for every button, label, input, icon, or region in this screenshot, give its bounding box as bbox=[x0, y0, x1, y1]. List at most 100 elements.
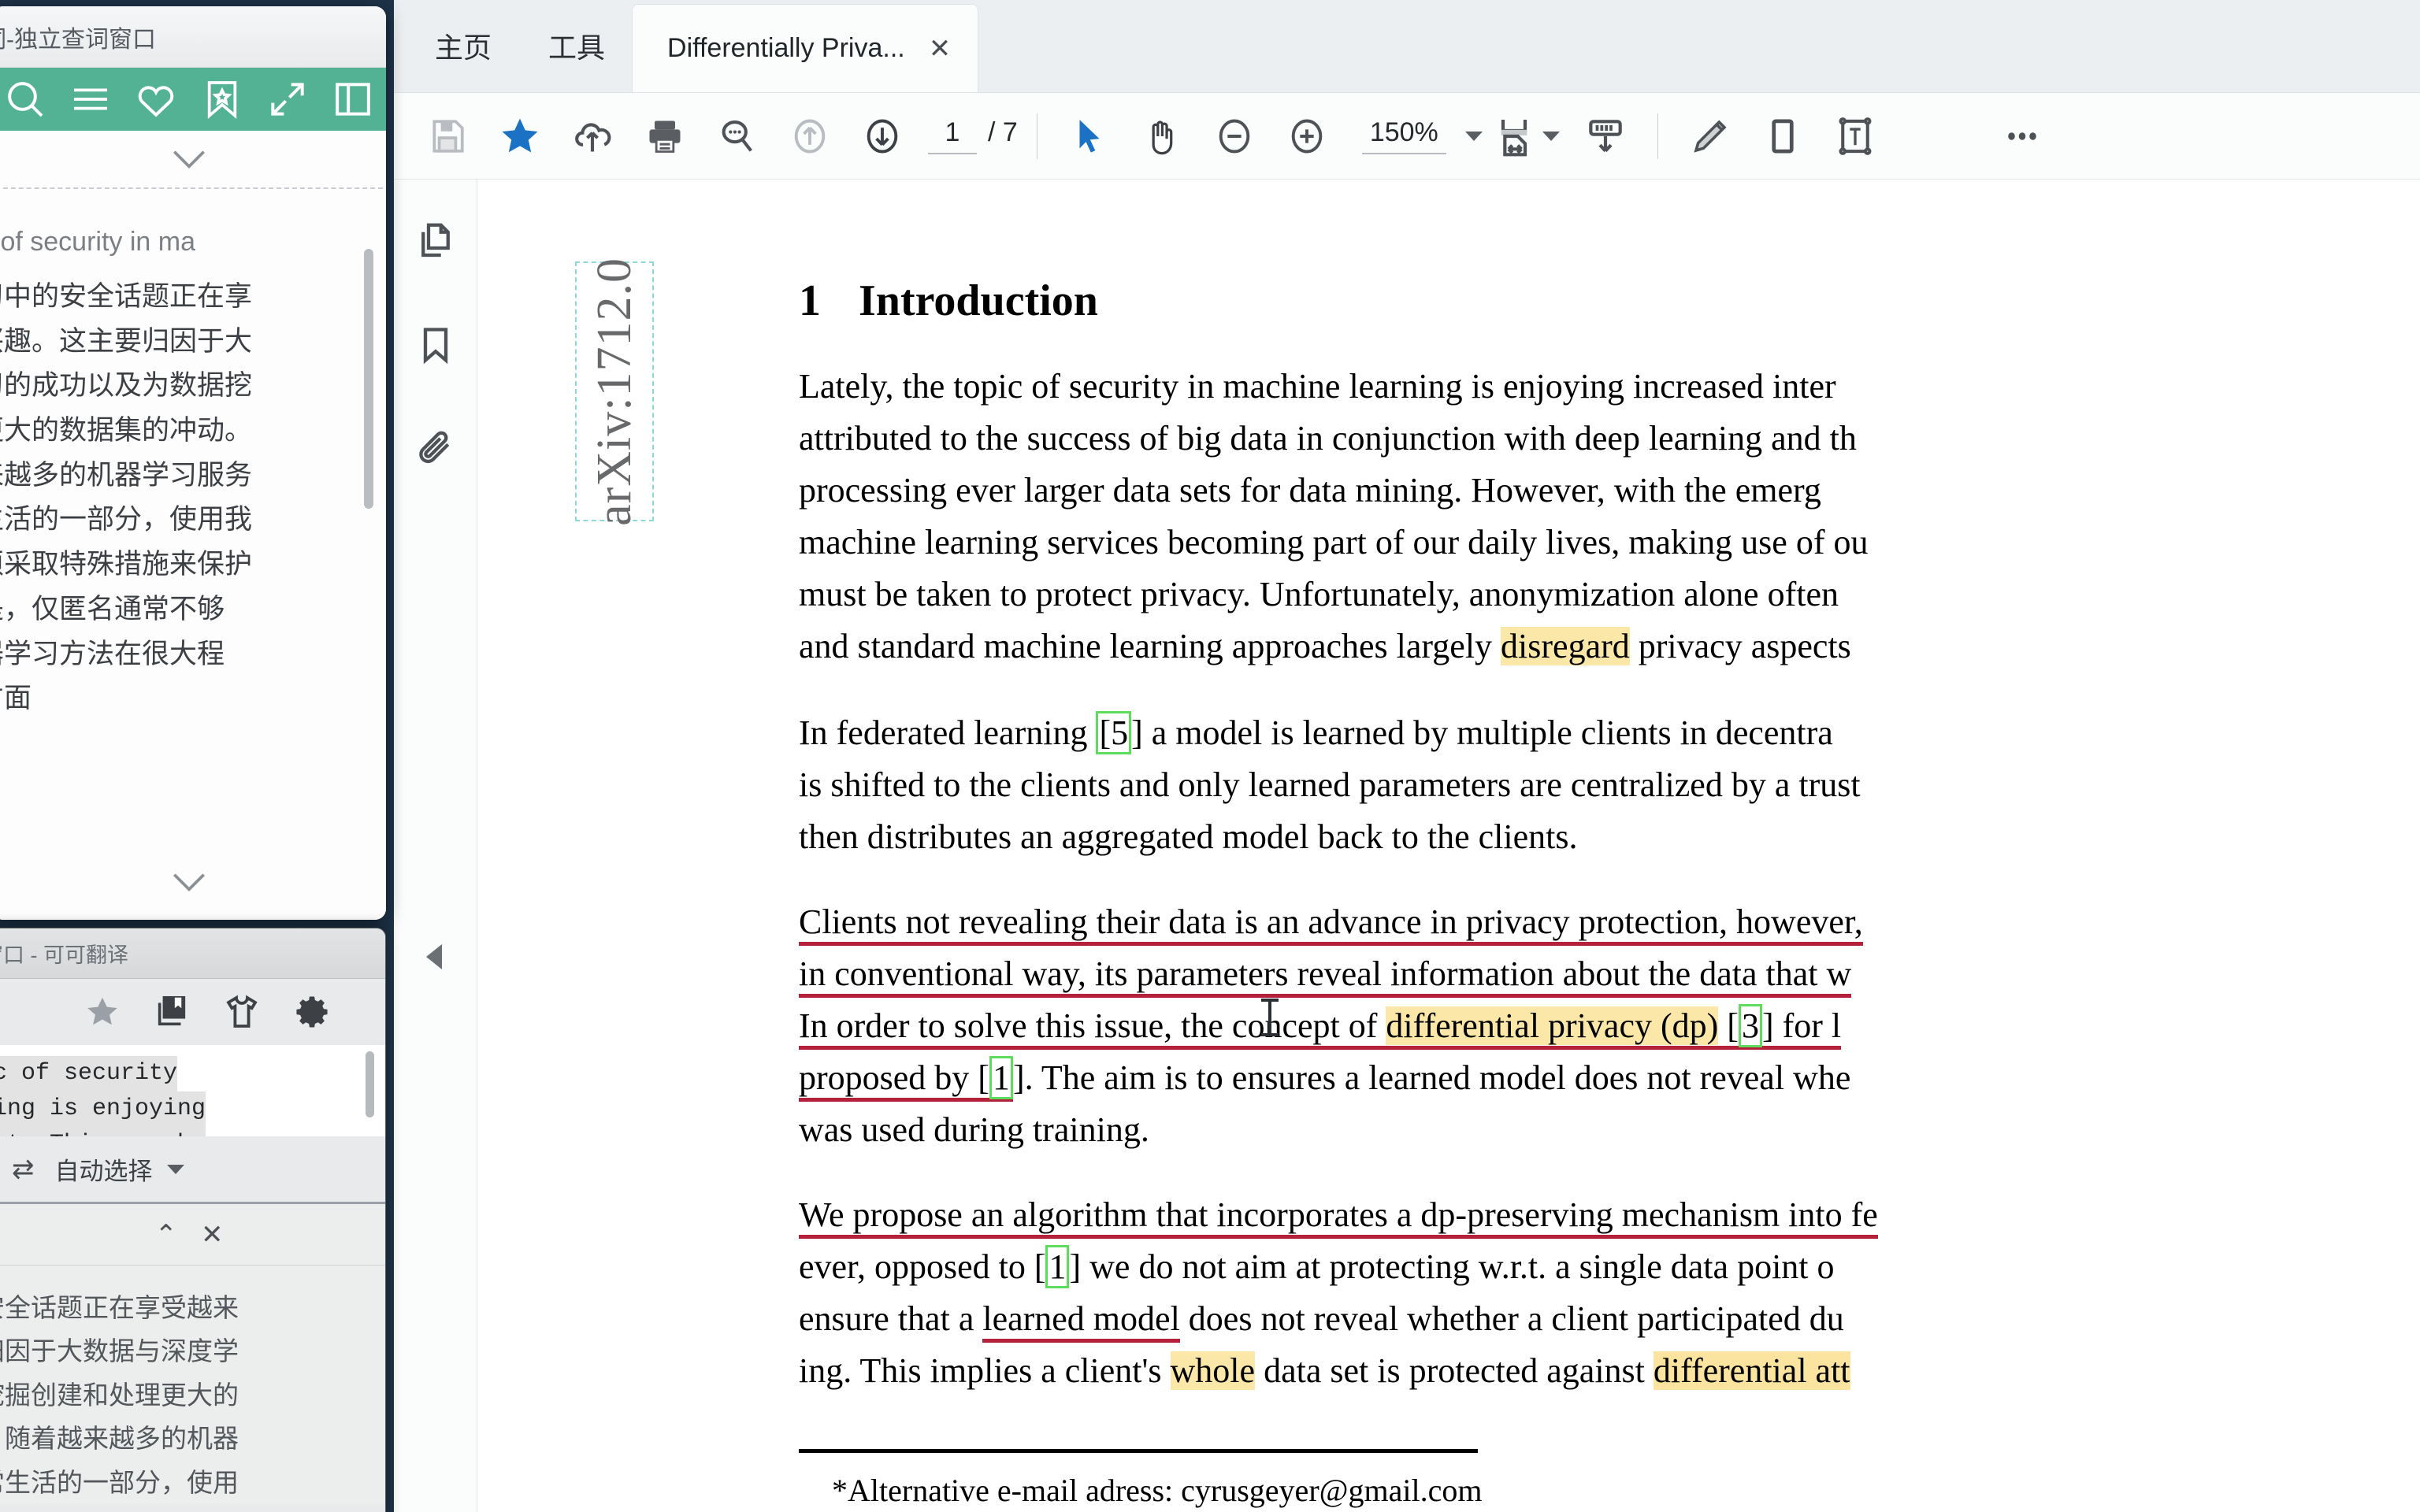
document-tab[interactable]: Differentially Priva... ✕ bbox=[632, 4, 979, 92]
page-up-icon[interactable] bbox=[774, 93, 846, 180]
arxiv-stamp: arXiv:1712.0 bbox=[575, 258, 654, 525]
gear-icon[interactable] bbox=[294, 994, 330, 1030]
zoom-out-icon[interactable] bbox=[1198, 93, 1271, 180]
highlight-differential-privacy[interactable]: differential privacy (dp) bbox=[1386, 1006, 1719, 1045]
search-icon[interactable] bbox=[701, 93, 774, 180]
line-underlined[interactable]: Clients not revealing their data is an a… bbox=[799, 902, 1863, 946]
pages-thumbnail-icon[interactable] bbox=[402, 209, 470, 272]
swap-arrows-icon[interactable]: ⇄ bbox=[12, 1154, 35, 1185]
select-cursor-icon[interactable] bbox=[1053, 93, 1126, 180]
section-title: Introduction bbox=[859, 276, 1098, 325]
bookmark-icon[interactable] bbox=[402, 313, 470, 376]
paragraph-3: Clients not revealing their data is an a… bbox=[799, 896, 2420, 1156]
dictionary-scrollbar[interactable] bbox=[364, 249, 373, 509]
line: In federated learning bbox=[799, 713, 1097, 752]
collapse-entry-row[interactable] bbox=[0, 844, 386, 920]
highlight-differential-attacks[interactable]: differential att bbox=[1653, 1351, 1850, 1390]
paragraph-1: Lately, the topic of security in machine… bbox=[799, 361, 2420, 673]
attachment-icon[interactable] bbox=[402, 417, 470, 480]
highlight-disregard[interactable]: disregard bbox=[1501, 627, 1630, 665]
save-icon[interactable] bbox=[411, 93, 484, 180]
menu-icon[interactable] bbox=[58, 68, 123, 131]
fit-page-icon[interactable] bbox=[1483, 93, 1569, 180]
line-underlined[interactable]: in conventional way, its parameters reve… bbox=[799, 954, 1852, 998]
line-mid: data set is protected against bbox=[1255, 1351, 1654, 1390]
language-selector[interactable]: 自动选择 bbox=[55, 1151, 184, 1187]
translation-titlebar[interactable]: 窗口 - 可可翻译 bbox=[0, 928, 385, 979]
translation-window: 窗口 - 可可翻译 bbox=[0, 928, 386, 1512]
pencil-icon[interactable] bbox=[1674, 93, 1746, 180]
split-panel-icon[interactable] bbox=[321, 68, 386, 131]
output-line: 归因于大数据与深度学 bbox=[0, 1336, 239, 1366]
chevron-down-icon[interactable] bbox=[1542, 131, 1560, 141]
collapse-panel-arrow[interactable] bbox=[416, 929, 452, 984]
chevron-down-icon[interactable] bbox=[1464, 131, 1483, 141]
zoom-in-icon[interactable] bbox=[1271, 93, 1343, 180]
translation-window-title: 窗口 - 可可翻译 bbox=[0, 943, 128, 967]
arxiv-stamp-text: arXiv:1712.0 bbox=[587, 257, 641, 526]
translation-source-scrollbar[interactable] bbox=[366, 1051, 374, 1117]
page-down-icon[interactable] bbox=[846, 93, 919, 180]
source-line: est. This can be bbox=[0, 1127, 206, 1136]
bookmark-star-icon[interactable] bbox=[189, 68, 254, 131]
dictionary-body: c of security in ma 习中的安全话题正在享 兴趣。这主要归因于… bbox=[0, 131, 386, 920]
highlight-whole[interactable]: whole bbox=[1170, 1351, 1256, 1390]
line-underlined[interactable]: We propose an algorithm that incorporate… bbox=[799, 1195, 1878, 1239]
translation-language-bar: ⇄ 自动选择 bbox=[0, 1136, 385, 1204]
menu-home[interactable]: 主页 bbox=[435, 25, 492, 66]
dictionary-titlebar[interactable]: 词-独立查词窗口 bbox=[0, 6, 386, 68]
line: machine learning services becoming part … bbox=[799, 523, 1869, 561]
dictionary-book-icon[interactable] bbox=[154, 994, 190, 1030]
print-icon[interactable] bbox=[629, 93, 701, 180]
pdf-page[interactable]: arXiv:1712.0 1 Introduction Lately, the t… bbox=[477, 180, 2420, 1512]
pdf-menu-bar: 主页 工具 bbox=[394, 0, 632, 92]
dictionary-window-title: 词-独立查词窗口 bbox=[0, 26, 156, 53]
heart-icon[interactable] bbox=[124, 68, 189, 131]
close-icon[interactable]: ✕ bbox=[929, 33, 952, 65]
dict-zh-line: 来越多的机器学习服务 bbox=[0, 459, 253, 491]
collapse-caret-icon[interactable]: ⌃ bbox=[155, 1219, 178, 1251]
star-icon[interactable] bbox=[84, 994, 121, 1030]
output-line: 常生活的一部分，使用 bbox=[0, 1467, 239, 1497]
footnote-text: *Alternative e-mail adress: cyrusgeyer@g… bbox=[832, 1473, 1483, 1508]
line-underlined[interactable]: In order to solve this issue, the concep… bbox=[799, 1004, 1842, 1050]
dict-zh-line: 习的成功以及为数据挖 bbox=[0, 370, 253, 402]
expand-icon[interactable] bbox=[254, 68, 320, 131]
line-tail: ] we do not aim at protecting w.r.t. a s… bbox=[1069, 1247, 1835, 1286]
line-underlined[interactable]: proposed by [1 bbox=[799, 1056, 1013, 1102]
line: Lately, the topic of security in machine… bbox=[799, 367, 1836, 406]
page-number-input[interactable]: 1 bbox=[928, 117, 977, 154]
line: is shifted to the clients and only learn… bbox=[799, 765, 1861, 804]
translation-source-text[interactable]: ic of security ning is enjoying est. Thi… bbox=[0, 1045, 385, 1136]
citation-ref-1[interactable]: 1 bbox=[1045, 1245, 1070, 1288]
document-text-content: 1 Introduction Lately, the topic of secur… bbox=[799, 180, 2420, 1512]
dict-zh-line: 习中的安全话题正在享 bbox=[0, 281, 253, 312]
line: ever, opposed to [ bbox=[799, 1247, 1046, 1286]
line: was used during training. bbox=[799, 1110, 1149, 1149]
line-tail: does not reveal whether a client partici… bbox=[1179, 1299, 1844, 1338]
line: ensure that a bbox=[799, 1299, 983, 1338]
zoom-level-value[interactable]: 150% bbox=[1361, 117, 1446, 154]
source-line: ning is enjoying bbox=[0, 1091, 206, 1127]
more-options-icon[interactable] bbox=[1986, 93, 2058, 180]
output-line: 安全话题正在享受越来 bbox=[0, 1293, 239, 1322]
scroll-mode-icon[interactable] bbox=[1569, 93, 1642, 180]
underline-learned-model[interactable]: learned model bbox=[982, 1299, 1180, 1343]
citation-ref-5[interactable]: [5 bbox=[1096, 711, 1132, 754]
expand-entry-row[interactable] bbox=[0, 131, 386, 187]
tshirt-icon[interactable] bbox=[223, 993, 261, 1031]
page-total-label: / 7 bbox=[988, 117, 1018, 147]
hand-pan-icon[interactable] bbox=[1126, 93, 1198, 180]
citation-ref-3[interactable]: 3 bbox=[1738, 1004, 1762, 1047]
menu-tools[interactable]: 工具 bbox=[548, 25, 605, 66]
paragraph-4: We propose an algorithm that incorporate… bbox=[799, 1189, 2420, 1397]
citation-ref-1[interactable]: 1 bbox=[989, 1056, 1013, 1099]
close-icon[interactable]: ✕ bbox=[201, 1219, 224, 1251]
favorite-star-icon[interactable] bbox=[484, 93, 556, 180]
search-icon[interactable] bbox=[0, 68, 58, 131]
text-box-icon[interactable] bbox=[1819, 93, 1891, 180]
rectangle-icon[interactable] bbox=[1746, 93, 1819, 180]
text-cursor bbox=[1261, 999, 1279, 1036]
cloud-upload-icon[interactable] bbox=[556, 93, 629, 180]
output-line: 挖掘创建和处理更大的 bbox=[0, 1380, 239, 1410]
